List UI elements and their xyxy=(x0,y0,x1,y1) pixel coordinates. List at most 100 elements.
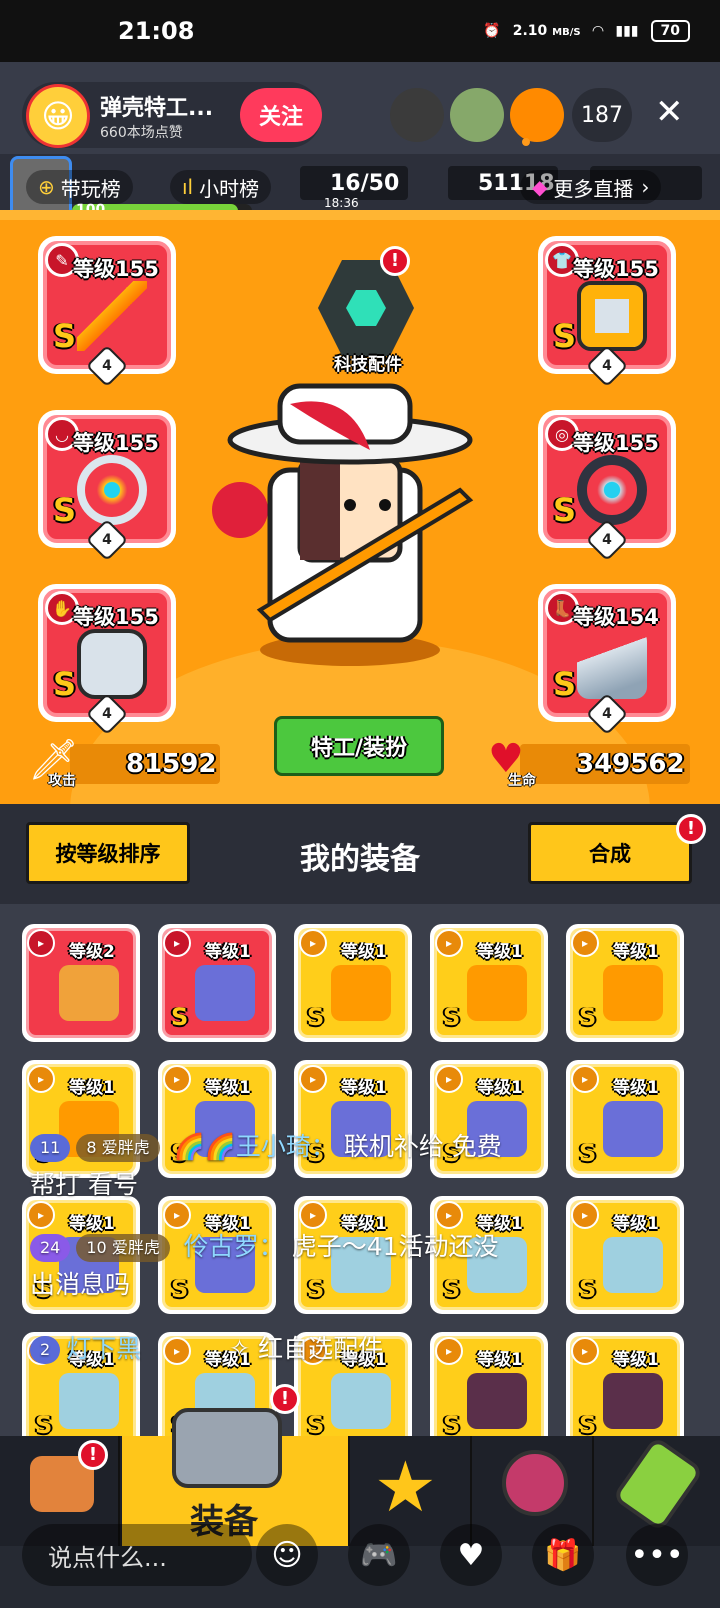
item-art-icon xyxy=(59,965,119,1021)
game-controller-icon[interactable]: 🎮 xyxy=(348,1524,410,1586)
chat-message: 11 8 爱胖虎 🌈🌈王小琦： 联机补给 免费 帮打 看号 xyxy=(30,1132,502,1199)
comment-input[interactable]: 说点什么... xyxy=(22,1524,252,1586)
item-art-icon xyxy=(59,1373,119,1429)
fan-badge: 8 爱胖虎 xyxy=(76,1134,160,1162)
armor-icon xyxy=(577,281,647,351)
item-grade: S xyxy=(579,1003,597,1031)
chevron-right-icon: › xyxy=(641,175,650,199)
inventory-item[interactable]: ▸ 等级1 S xyxy=(566,1196,684,1314)
item-grade: S xyxy=(579,1139,597,1167)
sort-by-level-button[interactable]: 按等级排序 xyxy=(26,822,190,884)
battery-indicator: 70 xyxy=(650,20,690,42)
close-icon[interactable]: ✕ xyxy=(655,92,684,132)
inventory-item[interactable]: ▸ 等级1 S xyxy=(566,1332,684,1436)
rank-chip-play[interactable]: ⊕ 带玩榜 xyxy=(26,170,133,204)
signal-icon: ▮▮▮ xyxy=(615,23,639,39)
item-art-icon xyxy=(603,1373,663,1429)
more-live-chip[interactable]: ◆ 更多直播 › xyxy=(520,170,662,204)
item-type-icon: ▸ xyxy=(163,1065,191,1093)
item-grade: S xyxy=(443,1411,461,1436)
host-name: 弹壳特工... xyxy=(100,96,214,121)
item-grade: S xyxy=(579,1411,597,1436)
inventory-item[interactable]: ▸ 等级1 S xyxy=(294,924,412,1042)
hexagon-icon xyxy=(346,290,386,326)
stamina-counter[interactable]: 16/50 xyxy=(300,166,408,200)
viewer-count[interactable]: 187 xyxy=(572,88,632,142)
chat-message: 2 灯下黑 ✧ 红自选配件 xyxy=(30,1330,383,1368)
item-art-icon xyxy=(195,965,255,1021)
item-level: 等级1 xyxy=(341,942,387,962)
equip-slot-gloves[interactable]: ✋ 等级155 S 4 xyxy=(38,584,176,736)
item-grade: S xyxy=(579,1275,597,1303)
globe-icon xyxy=(502,1450,568,1516)
item-type-icon: ▸ xyxy=(299,929,327,957)
item-level: 等级1 xyxy=(69,1078,115,1098)
item-art-icon xyxy=(331,1373,391,1429)
equip-slot-boots[interactable]: 👢 等级154 S 4 xyxy=(538,584,676,736)
item-type-icon: ▸ xyxy=(571,1201,599,1229)
more-icon[interactable]: ••• xyxy=(626,1524,688,1586)
item-grade: S xyxy=(307,1411,325,1436)
item-type-icon: ▸ xyxy=(571,1065,599,1093)
item-type-icon: ▸ xyxy=(435,1201,463,1229)
alert-badge-icon: ! xyxy=(78,1440,108,1470)
gift-icon[interactable]: 🎁 xyxy=(532,1524,594,1586)
merge-button[interactable]: 合成 xyxy=(528,822,692,884)
network-speed: 2.10 MB/S xyxy=(512,23,581,39)
live-header: 😀 弹壳特工... 660本场点赞 关注 187 ✕ xyxy=(0,62,720,154)
viewer-avatar[interactable] xyxy=(390,88,444,142)
viewer-avatar[interactable] xyxy=(510,88,564,142)
user-level-badge: 24 xyxy=(30,1234,71,1262)
gift-sparkle-icon: ✧ xyxy=(229,1334,251,1363)
heart-planet-icon[interactable]: ♥ xyxy=(440,1524,502,1586)
equip-slot-weapon[interactable]: ✎ 等级155 S 4 xyxy=(38,236,176,388)
item-grade: S xyxy=(307,1003,325,1031)
item-level: 等级1 xyxy=(477,1350,523,1370)
inventory-item[interactable]: ▸ 等级2 xyxy=(22,924,140,1042)
item-art-icon xyxy=(603,965,663,1021)
equip-slot-necklace[interactable]: ◡ 等级155 S 4 xyxy=(38,410,176,562)
item-art-icon xyxy=(467,965,527,1021)
inventory-item[interactable]: ▸ 等级1 S xyxy=(430,1332,548,1436)
inventory-item[interactable]: ▸ 等级1 S xyxy=(158,924,276,1042)
gem-icon: ◆ xyxy=(532,175,548,199)
item-type-icon: ▸ xyxy=(163,929,191,957)
agent-character xyxy=(212,383,474,666)
necklace-icon xyxy=(77,455,147,525)
item-level: 等级1 xyxy=(613,942,659,962)
stamina-timer: 18:36 xyxy=(324,196,359,210)
star-swords-icon: ★ xyxy=(374,1446,437,1528)
alert-badge-icon: ! xyxy=(380,246,410,276)
fan-badge: 10 爱胖虎 xyxy=(76,1234,170,1262)
follow-button[interactable]: 关注 xyxy=(240,88,322,142)
hp-label: 生命 xyxy=(508,773,536,789)
item-level: 等级1 xyxy=(205,942,251,962)
item-art-icon xyxy=(603,1237,663,1293)
rank-chip-hour[interactable]: ıl 小时榜 xyxy=(170,170,272,204)
dna-canister-icon xyxy=(611,1435,705,1533)
item-type-icon: ▸ xyxy=(299,1201,327,1229)
item-type-icon: ▸ xyxy=(27,1201,55,1229)
item-level: 等级1 xyxy=(613,1078,659,1098)
gauntlet-icon xyxy=(77,629,147,699)
host-likes: 660本场点赞 xyxy=(100,125,183,141)
alarm-icon: ⏰ xyxy=(483,23,501,39)
item-type-icon: ▸ xyxy=(163,1201,191,1229)
inventory-item[interactable]: ▸ 等级1 S xyxy=(430,924,548,1042)
inventory-item[interactable]: ▸ 等级1 S xyxy=(566,924,684,1042)
item-type-icon: ▸ xyxy=(27,929,55,957)
status-bar: 21:08 ⏰ 2.10 MB/S ◠ ▮▮▮ 70 xyxy=(0,0,720,62)
viewer-avatar[interactable] xyxy=(450,88,504,142)
revolver-icon xyxy=(172,1408,282,1488)
agent-outfit-button[interactable]: 特工/装扮 xyxy=(274,716,444,776)
clock: 21:08 xyxy=(118,17,195,45)
sword-icon xyxy=(77,281,147,351)
boot-icon xyxy=(577,629,647,699)
item-type-icon: ▸ xyxy=(571,929,599,957)
emoji-icon[interactable]: ☺ xyxy=(256,1524,318,1586)
equip-slot-belt[interactable]: ◎ 等级155 S 4 xyxy=(538,410,676,562)
equip-slot-armor[interactable]: 👕 等级155 S 4 xyxy=(538,236,676,388)
inventory-item[interactable]: ▸ 等级1 S xyxy=(566,1060,684,1178)
host-avatar[interactable]: 😀 xyxy=(26,84,90,148)
item-type-icon: ▸ xyxy=(435,1065,463,1093)
